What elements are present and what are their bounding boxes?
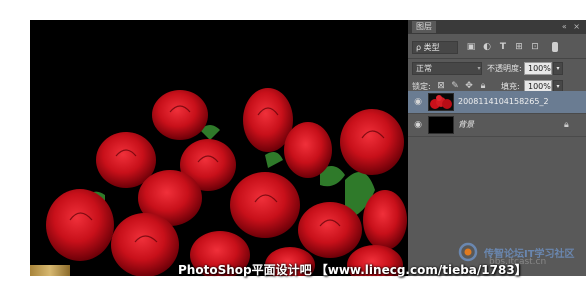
layer-row-background[interactable]: ◉ 背景 🔒︎ xyxy=(408,114,586,136)
opacity-label: 不透明度: xyxy=(487,64,522,73)
layer-name[interactable]: 2008114104158265_2 xyxy=(458,96,549,108)
lock-image-icon[interactable]: ✎ xyxy=(450,81,460,91)
layer-name[interactable]: 背景 xyxy=(458,119,474,131)
filter-kind-select[interactable]: ρ 类型 xyxy=(412,41,458,54)
layer-thumbnail-background xyxy=(428,116,454,134)
opacity-field[interactable]: 100% xyxy=(524,62,552,75)
blend-chevron-icon: ▾ xyxy=(477,65,481,72)
lock-position-icon[interactable]: ✥ xyxy=(464,81,474,91)
panel-tab-bar: 图层 « × xyxy=(408,20,586,34)
layer-lock-icon: 🔒︎ xyxy=(564,120,569,130)
visibility-eye-icon[interactable]: ◉ xyxy=(413,97,423,107)
image-filter-icon[interactable]: ▣ xyxy=(466,42,476,52)
smart-object-filter-icon[interactable]: ⊡ xyxy=(530,42,540,52)
document-canvas[interactable] xyxy=(30,20,408,276)
layer-filter-row: ρ 类型 ▣ ◐ T ⊞ ⊡ xyxy=(408,39,586,57)
visibility-eye-icon[interactable]: ◉ xyxy=(413,120,423,130)
layer-thumbnail-roses xyxy=(428,93,454,111)
watermark-caption: PhotoShop平面设计吧 【www.linecg.com/tieba/178… xyxy=(178,263,527,277)
layer-row-roses[interactable]: ◉ 2008114104158265_2 xyxy=(408,91,586,113)
roses-image xyxy=(46,88,407,276)
separator xyxy=(408,136,586,137)
opacity-dropdown-icon[interactable]: ▾ xyxy=(553,62,563,75)
filter-toggle-icon[interactable] xyxy=(552,42,558,52)
tab-layers[interactable]: 图层 xyxy=(412,21,436,33)
blend-mode-select[interactable]: 正常 xyxy=(412,62,482,75)
lock-all-icon[interactable]: 🔒︎ xyxy=(478,81,488,91)
separator xyxy=(408,58,586,59)
lock-transparent-icon[interactable]: ⊠ xyxy=(436,81,446,91)
layers-panel: 图层 « × ρ 类型 ▣ ◐ T ⊞ ⊡ 正常 ▾ 不透明度: 100% ▾ … xyxy=(408,20,586,276)
panel-window-controls[interactable]: « × xyxy=(562,21,582,33)
forum-logo-icon xyxy=(458,242,478,262)
shape-filter-icon[interactable]: ⊞ xyxy=(514,42,524,52)
gold-wrapping-strip xyxy=(30,265,70,276)
adjustment-filter-icon[interactable]: ◐ xyxy=(482,42,492,52)
blend-opacity-row: 正常 ▾ 不透明度: 100% ▾ xyxy=(408,60,586,78)
type-filter-icon[interactable]: T xyxy=(498,42,508,52)
